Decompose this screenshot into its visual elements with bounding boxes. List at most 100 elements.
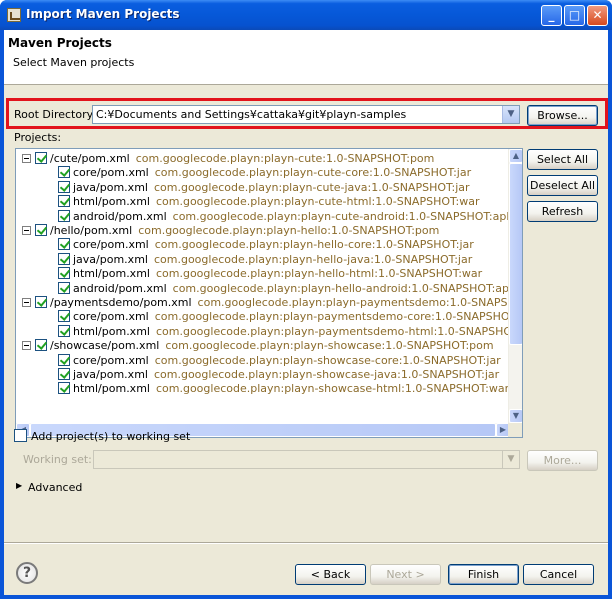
tree-row[interactable]: html/pom.xml com.googlecode.playn:playn-c… [58, 195, 479, 209]
tree-row[interactable]: core/pom.xml com.googlecode.playn:playn-s… [58, 353, 501, 368]
dialog-window: Import Maven Projects _ □ ✕ Maven Projec… [0, 0, 612, 599]
tree-row[interactable]: /cute/pom.xml com.googlecode.playn:playn-… [22, 152, 434, 166]
back-button[interactable]: < Back [295, 564, 366, 585]
project-checkbox[interactable] [35, 224, 47, 236]
deselect-all-button[interactable]: Deselect All [527, 175, 598, 196]
project-coordinates: com.googlecode.playn:playn-cute:1.0-SNAP… [135, 152, 435, 165]
collapse-icon[interactable] [22, 340, 31, 350]
expand-triangle-icon[interactable]: ▶ [16, 481, 22, 490]
chevron-down-icon[interactable]: ▼ [502, 106, 519, 123]
tree-row[interactable]: java/pom.xml com.googlecode.playn:playn-s… [58, 368, 499, 382]
scroll-down-arrow[interactable]: ▼ [509, 409, 522, 423]
project-pom-path: java/pom.xml [73, 252, 148, 266]
more-button[interactable]: More... [527, 450, 598, 471]
tree-row[interactable]: android/pom.xml com.googlecode.playn:play… [58, 281, 510, 296]
project-pom-path: android/pom.xml [73, 209, 167, 223]
project-checkbox[interactable] [58, 238, 70, 251]
project-checkbox[interactable] [58, 195, 70, 208]
chevron-down-icon[interactable]: ▼ [502, 451, 519, 468]
close-button[interactable]: ✕ [587, 5, 608, 26]
project-checkbox[interactable] [35, 296, 47, 308]
project-coordinates: com.googlecode.playn:playn-cute-core:1.0… [154, 166, 472, 180]
tree-row[interactable]: java/pom.xml com.googlecode.playn:playn-c… [58, 180, 470, 195]
tree-row[interactable]: html/pom.xml com.googlecode.playn:playn-s… [58, 382, 509, 396]
tree-row[interactable]: core/pom.xml com.googlecode.playn:playn-c… [58, 166, 471, 180]
add-to-working-set-checkbox[interactable] [14, 429, 27, 442]
project-pom-path: html/pom.xml [73, 195, 150, 209]
project-pom-path: /paymentsdemo/pom.xml [50, 296, 192, 309]
root-directory-label: Root Directory: [14, 108, 97, 121]
project-coordinates: com.googlecode.playn:playn-hello:1.0-SNA… [138, 224, 440, 237]
project-checkbox[interactable] [58, 382, 70, 395]
maximize-button[interactable]: □ [564, 5, 585, 26]
project-checkbox[interactable] [58, 267, 70, 280]
project-checkbox[interactable] [58, 281, 70, 294]
add-to-working-set-label: Add project(s) to working set [31, 430, 191, 443]
tree-row[interactable]: core/pom.xml com.googlecode.playn:playn-p… [58, 310, 510, 324]
title-bar[interactable]: Import Maven Projects _ □ ✕ [0, 0, 612, 30]
project-checkbox[interactable] [58, 324, 70, 337]
scroll-corner [508, 423, 522, 437]
collapse-icon[interactable] [22, 297, 31, 307]
working-set-label: Working set: [23, 453, 92, 466]
tree-row[interactable]: android/pom.xml com.googlecode.playn:play… [58, 209, 510, 224]
collapse-icon[interactable] [22, 225, 31, 235]
help-icon[interactable]: ? [16, 562, 38, 584]
tree-row[interactable]: /paymentsdemo/pom.xml com.googlecode.play… [22, 296, 510, 310]
minimize-button[interactable]: _ [541, 5, 562, 26]
root-directory-combo[interactable]: C:¥Documents and Settings¥cattaka¥git¥pl… [92, 105, 520, 124]
project-coordinates: com.googlecode.playn:playn-paymentsdemo:… [197, 296, 510, 309]
project-checkbox[interactable] [35, 152, 47, 164]
project-coordinates: com.googlecode.playn:playn-cute-html:1.0… [155, 195, 480, 209]
tree-row[interactable]: html/pom.xml com.googlecode.playn:playn-p… [58, 324, 510, 339]
tree-row[interactable]: core/pom.xml com.googlecode.playn:playn-h… [58, 238, 474, 252]
footer-separator [4, 542, 608, 544]
tree-vertical-scrollbar[interactable]: ▲ ▼ [508, 149, 522, 423]
project-checkbox[interactable] [35, 339, 47, 352]
project-pom-path: core/pom.xml [73, 166, 149, 180]
project-coordinates: com.googlecode.playn:playn-hello-html:1.… [155, 267, 483, 281]
tree-row[interactable]: java/pom.xml com.googlecode.playn:playn-h… [58, 252, 473, 267]
tree-row[interactable]: /showcase/pom.xml com.googlecode.playn:pl… [22, 339, 494, 353]
project-checkbox[interactable] [58, 368, 70, 380]
projects-tree-rows: /cute/pom.xml com.googlecode.playn:playn-… [16, 149, 510, 423]
refresh-button[interactable]: Refresh [527, 201, 598, 222]
project-pom-path: /cute/pom.xml [50, 152, 130, 165]
project-checkbox[interactable] [58, 353, 70, 366]
project-coordinates: com.googlecode.playn:playn-hello-android… [172, 281, 510, 295]
finish-button[interactable]: Finish [448, 564, 519, 585]
project-coordinates: com.googlecode.playn:playn-showcase-core… [154, 353, 501, 367]
projects-tree[interactable]: /cute/pom.xml com.googlecode.playn:playn-… [15, 148, 523, 438]
project-coordinates: com.googlecode.playn:playn-showcase:1.0-… [165, 339, 494, 353]
tree-row[interactable]: html/pom.xml com.googlecode.playn:playn-h… [58, 267, 482, 281]
scroll-thumb[interactable] [509, 163, 522, 345]
collapse-icon[interactable] [22, 153, 31, 163]
next-button[interactable]: Next > [370, 564, 441, 585]
project-coordinates: com.googlecode.playn:playn-cute-java:1.0… [153, 180, 470, 194]
project-coordinates: com.googlecode.playn:playn-showcase-java… [153, 368, 500, 381]
project-checkbox[interactable] [58, 209, 70, 222]
browse-button[interactable]: Browse... [527, 105, 598, 126]
cancel-button[interactable]: Cancel [523, 564, 594, 585]
dialog-client-area: Maven Projects Select Maven projects Roo… [4, 30, 608, 595]
project-pom-path: html/pom.xml [73, 267, 150, 281]
working-set-combo[interactable]: ▼ [93, 450, 520, 469]
advanced-section-toggle[interactable]: Advanced [28, 481, 82, 494]
project-pom-path: core/pom.xml [73, 238, 149, 252]
project-checkbox[interactable] [58, 166, 70, 179]
project-pom-path: /showcase/pom.xml [50, 339, 160, 353]
project-pom-path: html/pom.xml [73, 324, 150, 338]
project-checkbox[interactable] [58, 180, 70, 193]
tree-row[interactable]: /hello/pom.xml com.googlecode.playn:playn… [22, 224, 439, 238]
project-checkbox[interactable] [58, 252, 70, 265]
project-coordinates: com.googlecode.playn:playn-hello-java:1.… [153, 252, 473, 266]
project-pom-path: html/pom.xml [73, 382, 150, 396]
page-subtitle: Select Maven projects [13, 56, 135, 69]
window-title: Import Maven Projects [26, 7, 180, 21]
maven-import-icon [7, 8, 21, 22]
select-all-button[interactable]: Select All [527, 149, 598, 170]
scroll-up-arrow[interactable]: ▲ [509, 149, 522, 163]
project-coordinates: com.googlecode.playn:playn-paymentsdemo-… [154, 310, 510, 324]
project-checkbox[interactable] [58, 310, 70, 323]
project-coordinates: com.googlecode.playn:playn-hello-core:1.… [154, 238, 474, 252]
